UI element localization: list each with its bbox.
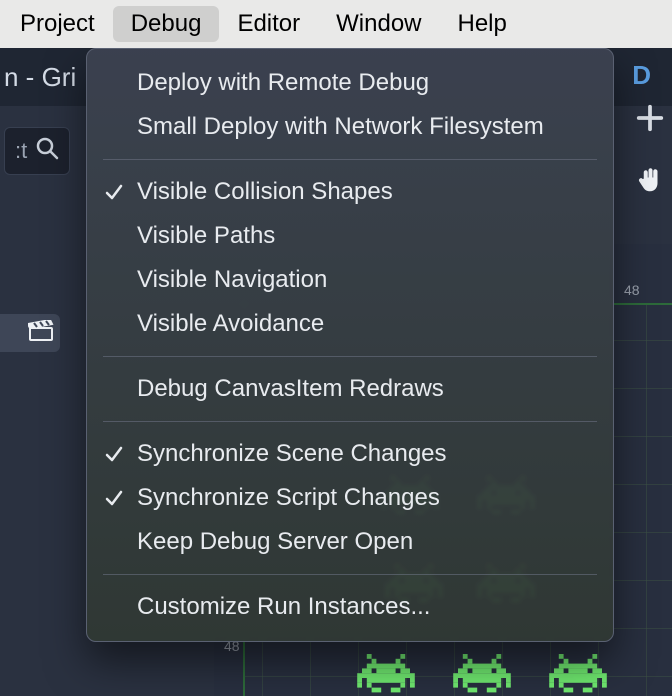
menu-separator xyxy=(103,356,597,357)
sprite-invader[interactable] xyxy=(450,654,514,696)
menu-item-label: Synchronize Scene Changes xyxy=(137,440,447,468)
check-icon xyxy=(105,445,123,463)
menu-separator xyxy=(103,159,597,160)
menu-item-label: Visible Paths xyxy=(137,222,275,250)
menu-item-label: Keep Debug Server Open xyxy=(137,528,413,556)
project-title-fragment: n - Gri xyxy=(4,62,76,93)
menu-item-label: Customize Run Instances... xyxy=(137,593,430,621)
editor-area: n - Gri D :t xyxy=(0,48,672,696)
menu-separator xyxy=(103,574,597,575)
check-icon xyxy=(105,183,123,201)
clapperboard-icon xyxy=(28,320,54,347)
perspective-label[interactable]: D xyxy=(612,48,672,103)
pan-hand-icon[interactable] xyxy=(628,158,672,202)
search-icon xyxy=(35,136,59,166)
menu-item-deploy-remote-debug[interactable]: Deploy with Remote Debug xyxy=(87,61,613,105)
menubar-item-debug[interactable]: Debug xyxy=(113,6,220,42)
menubar-item-project[interactable]: Project xyxy=(2,6,113,42)
menu-item-label: Debug CanvasItem Redraws xyxy=(137,375,444,403)
check-icon xyxy=(105,489,123,507)
menu-item-debug-canvasitem-redraws[interactable]: Debug CanvasItem Redraws xyxy=(87,367,613,411)
add-button[interactable] xyxy=(628,96,672,140)
menu-item-visible-collision-shapes[interactable]: Visible Collision Shapes xyxy=(87,170,613,214)
menu-item-label: Deploy with Remote Debug xyxy=(137,69,429,97)
menu-item-sync-script-changes[interactable]: Synchronize Script Changes xyxy=(87,476,613,520)
menu-item-label: Visible Avoidance xyxy=(137,310,324,338)
menubar-item-help[interactable]: Help xyxy=(440,6,525,42)
menu-separator xyxy=(103,421,597,422)
filter-input[interactable]: :t xyxy=(4,127,70,175)
filter-text-fragment: :t xyxy=(15,138,27,164)
menu-item-label: Synchronize Script Changes xyxy=(137,484,440,512)
ruler-tick-top: 48 xyxy=(624,282,640,298)
menu-item-label: Small Deploy with Network Filesystem xyxy=(137,113,544,141)
menu-item-label: Visible Navigation xyxy=(137,266,327,294)
scene-tab-chip[interactable] xyxy=(0,314,60,352)
menu-item-small-deploy-network-fs[interactable]: Small Deploy with Network Filesystem xyxy=(87,105,613,149)
sprite-invader[interactable] xyxy=(546,654,610,696)
menu-item-visible-navigation[interactable]: Visible Navigation xyxy=(87,258,613,302)
sprite-invader[interactable] xyxy=(354,654,418,696)
menu-item-customize-run-instances[interactable]: Customize Run Instances... xyxy=(87,585,613,629)
menu-item-sync-scene-changes[interactable]: Synchronize Scene Changes xyxy=(87,432,613,476)
menu-item-visible-paths[interactable]: Visible Paths xyxy=(87,214,613,258)
menu-item-visible-avoidance[interactable]: Visible Avoidance xyxy=(87,302,613,346)
menubar-item-window[interactable]: Window xyxy=(318,6,439,42)
menubar: Project Debug Editor Window Help xyxy=(0,0,672,48)
menu-item-keep-debug-server-open[interactable]: Keep Debug Server Open xyxy=(87,520,613,564)
menubar-item-editor[interactable]: Editor xyxy=(219,6,318,42)
menu-item-label: Visible Collision Shapes xyxy=(137,178,393,206)
debug-menu-panel: Deploy with Remote Debug Small Deploy wi… xyxy=(86,48,614,642)
